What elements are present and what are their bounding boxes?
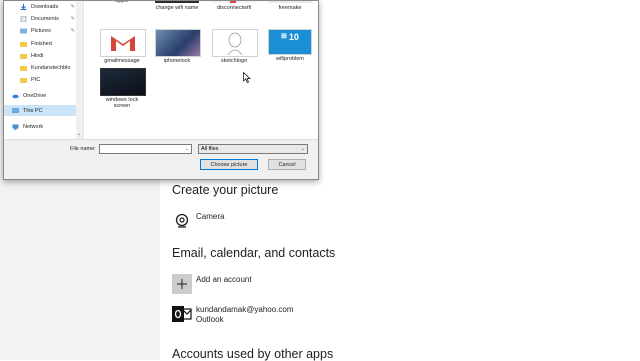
chevron-down-icon[interactable]: ⌄ [185, 146, 189, 152]
account-email[interactable]: kundandamak@yahoo.com [196, 305, 294, 315]
mouse-cursor-icon [243, 72, 251, 83]
nav-documents[interactable]: Documents ✎ [4, 13, 76, 24]
folder-icon [20, 65, 27, 71]
nav-downloads[interactable]: Downloads ✎ [4, 1, 76, 12]
file-change-wifi-name[interactable]: change wifi name [155, 1, 207, 11]
cancel-button[interactable]: Cancel [268, 159, 306, 170]
email-section-title: Email, calendar, and contacts [172, 246, 336, 260]
outlook-icon [172, 304, 192, 324]
nav-label: PIC [31, 76, 41, 83]
nav-label: This PC [23, 107, 43, 114]
network-icon [12, 124, 19, 130]
file-label: apple [115, 0, 129, 4]
file-label: disconnectwifi [216, 5, 252, 11]
filter-value: All files [201, 146, 219, 152]
sketch-thumbnail [212, 29, 258, 57]
face-sketch-icon [227, 32, 243, 55]
document-icon [20, 15, 27, 22]
gmail-icon [111, 36, 135, 51]
nav-pic[interactable]: PIC [4, 74, 76, 85]
file-type-select[interactable]: All files ⌄ [198, 144, 308, 154]
nav-pictures[interactable]: Pictures ✎ [4, 25, 76, 36]
scroll-down-icon[interactable]: ⌄ [77, 131, 81, 137]
pin-icon: ✎ [70, 15, 75, 22]
computer-icon [12, 107, 19, 113]
lockscreen-thumbnail [100, 68, 146, 96]
nav-onedrive[interactable]: OneDrive [4, 90, 76, 101]
nav-label: Kundanstechblo [31, 64, 71, 71]
file-label: freemake [278, 5, 302, 11]
file-freemake[interactable]: freemake [268, 1, 318, 11]
thumbnail [212, 1, 256, 3]
thumbnail [268, 1, 312, 3]
nav-this-pc[interactable]: This PC [4, 105, 76, 116]
thumbnail [155, 1, 199, 3]
nav-label: Network [23, 123, 44, 130]
choose-picture-button[interactable]: Choose picture [200, 159, 258, 170]
file-gmailmessage[interactable]: gmailmessage [100, 29, 152, 64]
file-sketchlogo[interactable]: sketchlogo [212, 29, 264, 64]
camera-label[interactable]: Camera [196, 212, 224, 222]
pin-icon: ✎ [70, 3, 75, 10]
nav-hindi[interactable]: Hindi [4, 50, 76, 61]
file-label: change wifi name [155, 5, 199, 11]
file-label: gmailmessage [104, 58, 140, 64]
camera-icon[interactable] [172, 211, 192, 231]
file-label: iphonelock [163, 58, 191, 64]
folder-icon [20, 53, 27, 59]
nav-label: OneDrive [23, 92, 47, 99]
other-apps-title: Accounts used by other apps [172, 347, 334, 361]
chevron-down-icon[interactable]: ⌄ [301, 146, 305, 152]
add-account-label[interactable]: Add an account [196, 275, 252, 285]
file-iphonelock[interactable]: iphonelock [155, 29, 207, 64]
nav-label: Pictures [31, 27, 51, 34]
nav-label: Downloads [31, 3, 59, 10]
windows-logo-icon: ⊞ [281, 33, 287, 40]
nav-label: Finished [31, 40, 52, 47]
open-file-dialog: Downloads ✎ Documents ✎ Pictures ✎ Finished… [3, 0, 319, 180]
nav-label: Documents [31, 15, 59, 22]
win10-thumbnail: ⊞ 10 [268, 29, 312, 55]
dialog-bottom-bar: File name: ⌄ All files ⌄ Choose picture … [4, 139, 318, 179]
cloud-icon [12, 94, 19, 98]
file-name-label: File name: [70, 146, 96, 152]
nav-scrollbar[interactable]: ⌄ [76, 1, 83, 139]
win10-text: 10 [288, 32, 299, 42]
file-disconnectwifi[interactable]: disconnectwifi [212, 1, 264, 11]
create-picture-title: Create your picture [172, 183, 279, 197]
file-list: apple change wifi name disconnectwifi fr… [83, 1, 318, 139]
gmail-thumbnail [100, 29, 146, 57]
folder-icon [20, 41, 27, 47]
download-icon [20, 3, 27, 10]
file-name-input[interactable]: ⌄ [99, 144, 192, 154]
nav-network[interactable]: Network [4, 121, 76, 132]
account-service: Outlook [196, 315, 224, 324]
iphone-thumbnail [155, 29, 201, 57]
file-windows-lock-screen[interactable]: windows lock screen [100, 68, 147, 109]
file-label: wifiproblem [276, 56, 304, 62]
file-wifiproblem[interactable]: ⊞ 10 wifiproblem [268, 29, 318, 62]
nav-finished[interactable]: Finished [4, 38, 76, 49]
file-apple[interactable]: apple [100, 1, 152, 4]
pin-icon: ✎ [70, 27, 75, 34]
pictures-icon [20, 28, 27, 33]
file-label: sketchlogo [220, 58, 248, 64]
nav-kundanstechblo[interactable]: Kundanstechblo [4, 62, 76, 73]
nav-label: Hindi [31, 52, 44, 59]
navigation-pane: Downloads ✎ Documents ✎ Pictures ✎ Finished… [4, 1, 83, 139]
file-label: windows lock screen [105, 97, 139, 109]
folder-icon [20, 77, 27, 83]
add-icon[interactable] [172, 274, 192, 294]
